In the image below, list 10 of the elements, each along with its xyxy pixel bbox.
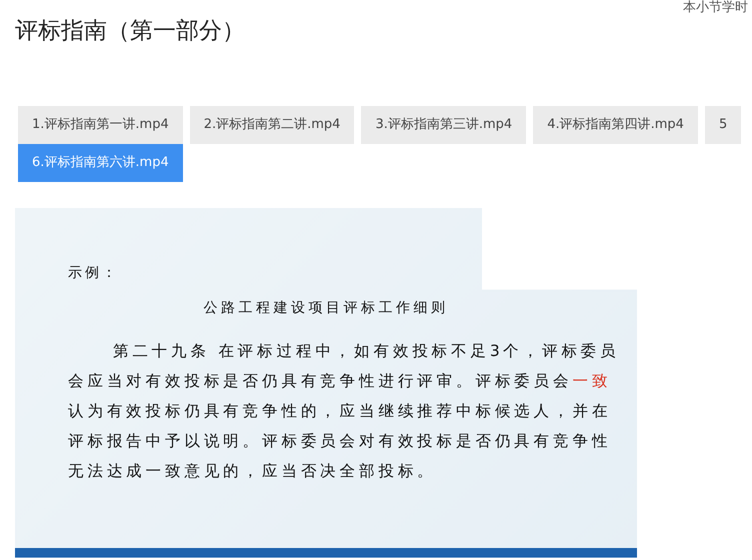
slide-heading: 公路工程建设项目评标工作细则 [202,298,450,318]
hours-label: 本小节学时 [683,0,748,17]
video-tab[interactable]: 4.评标指南第四讲.mp4 [533,106,698,144]
video-tab[interactable]: 1.评标指南第一讲.mp4 [18,106,183,144]
video-tab[interactable]: 2.评标指南第二讲.mp4 [190,106,354,144]
video-tab[interactable]: 5 [704,106,742,144]
page-title: 评标指南（第一部分） [15,18,246,46]
slide-paragraph: 第二十九条 在评标过程中，如有效投标不足3个，评标委员会应当对有效投标是否仍具有竞争性进行评审。评标委员会 一致 认为有效投标仍具有竞争性的，应当继续推荐中标候选人，并在评标报告中予以说明。评标委员会对有效投标是否仍具有竞争性无法达成一致意见的，应当否决全部投标。 [68,340,621,482]
slide-label: 示例： [68,264,119,283]
video-tab[interactable]: 3.评标指南第三讲.mp4 [361,106,526,144]
